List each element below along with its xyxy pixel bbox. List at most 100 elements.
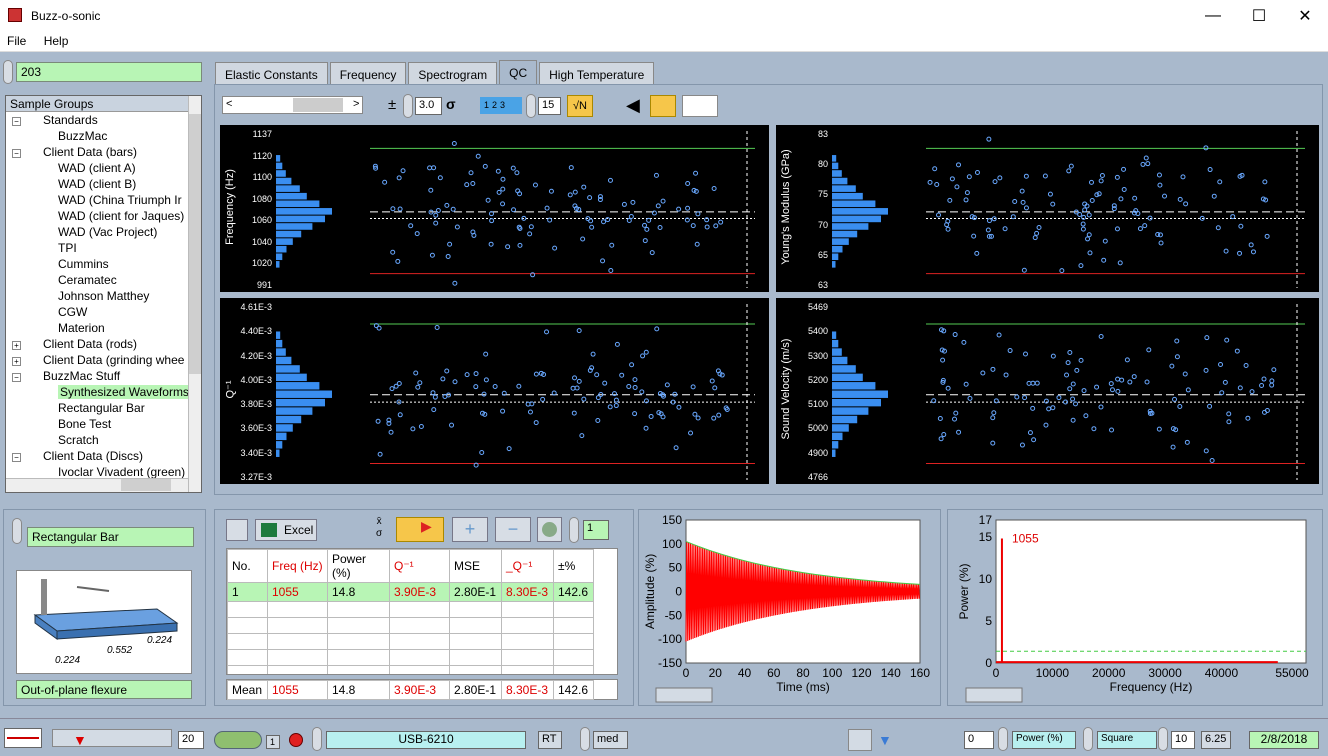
maximize-button[interactable]: ☐ xyxy=(1236,0,1282,32)
table-header[interactable]: ±% xyxy=(553,549,594,583)
table-spin-field[interactable]: 1 xyxy=(583,520,609,540)
table-header[interactable]: MSE xyxy=(449,549,502,583)
amp-zoom-tools-icon[interactable] xyxy=(655,687,713,703)
tree-expand-icon[interactable]: − xyxy=(12,117,21,126)
tree-expand-icon[interactable]: + xyxy=(12,341,21,350)
tree-item[interactable]: + Client Data (rods) xyxy=(6,336,201,352)
tree-item[interactable]: Ceramatec xyxy=(6,272,201,288)
tab-qc[interactable]: QC xyxy=(499,60,538,86)
tree-item[interactable]: − Standards xyxy=(6,112,201,128)
power-field[interactable]: Power (%) xyxy=(1012,731,1076,749)
count-field[interactable]: 15 xyxy=(538,97,561,115)
tree-item[interactable]: − BuzzMac Stuff xyxy=(6,368,201,384)
minimize-button[interactable]: — xyxy=(1190,0,1236,32)
tab-spectrogram[interactable]: Spectrogram xyxy=(408,62,498,86)
scroll-left-icon[interactable]: < xyxy=(226,98,232,110)
sigma-spinner[interactable] xyxy=(403,94,413,118)
table-header[interactable]: Freq (Hz) xyxy=(267,549,328,583)
tree-item[interactable]: − Client Data (Discs) xyxy=(6,448,201,464)
tree-item[interactable]: WAD (China Triumph Ir xyxy=(6,192,201,208)
tree-item[interactable]: WAD (client A) xyxy=(6,160,201,176)
tree-expand-icon[interactable]: − xyxy=(12,373,21,382)
table-header[interactable]: Q⁻¹ xyxy=(389,549,450,583)
status-val0[interactable]: 0 xyxy=(964,731,994,749)
crosshair-icon[interactable] xyxy=(650,95,676,117)
status-num1[interactable]: 20 xyxy=(178,731,204,749)
shape-field[interactable]: Rectangular Bar xyxy=(27,527,194,547)
qc-plot[interactable]: Q⁻¹ 4.61E-3 4.40E-3 4.20E-3 4.00E-3 3.80E-3 3.… xyxy=(220,298,769,484)
tab-elastic-constants[interactable]: Elastic Constants xyxy=(215,62,328,86)
histogram-icon[interactable] xyxy=(682,95,718,117)
tree-item[interactable]: WAD (client for Jaques) xyxy=(6,208,201,224)
gain-thumb-icon[interactable]: ▼ xyxy=(878,732,892,748)
tree-hscrollbar[interactable] xyxy=(6,478,188,492)
tree-item[interactable]: WAD (client B) xyxy=(6,176,201,192)
tree-hscroll-thumb[interactable] xyxy=(121,479,171,491)
qc-plot[interactable]: Frequency (Hz) 1137 1120 1100 1080 1060 1040 10… xyxy=(220,125,769,292)
tree-item[interactable]: CGW xyxy=(6,304,201,320)
wave-field[interactable]: Square xyxy=(1097,731,1157,749)
count-spinner[interactable] xyxy=(526,94,536,118)
measurement-table[interactable]: No. Freq (Hz) Power (%) Q⁻¹ MSE _Q⁻¹ ±% 1 1055 14… xyxy=(226,548,618,675)
tab-high-temperature[interactable]: High Temperature xyxy=(539,62,655,86)
qc-plot[interactable]: Sound Velocity (m/s) 5469 5400 5300 5200 5100… xyxy=(776,298,1319,484)
status-ten[interactable]: 10 xyxy=(1171,731,1195,749)
tab-frequency[interactable]: Frequency xyxy=(329,62,407,86)
table-row[interactable]: 1 1055 14.8 3.90E-3 2.80E-1 8.30E-3 142.6 xyxy=(227,582,594,602)
record-icon[interactable] xyxy=(289,733,303,747)
ten-spinner[interactable] xyxy=(1158,727,1168,751)
tree-scroll-thumb[interactable] xyxy=(189,114,201,374)
close-button[interactable]: ✕ xyxy=(1282,0,1328,32)
slider-thumb-icon[interactable]: ▼ xyxy=(73,732,87,748)
scroll-right-icon[interactable]: > xyxy=(353,98,359,110)
table-header[interactable]: No. xyxy=(227,549,268,583)
tree-item[interactable]: + Client Data (grinding whee xyxy=(6,352,201,368)
qc-scroll-thumb[interactable] xyxy=(293,98,343,112)
power-spinner[interactable] xyxy=(998,727,1008,751)
power-zoom-tools-icon[interactable] xyxy=(965,687,1023,703)
device-spinner[interactable] xyxy=(312,727,322,751)
tree-item[interactable]: Rectangular Bar xyxy=(6,400,201,416)
qc-plot[interactable]: Young's Modulus (GPa) 83 80 75 70 65 63 xyxy=(776,125,1319,292)
tree-scrollbar[interactable] xyxy=(188,96,201,492)
shape-spinner[interactable] xyxy=(12,518,22,544)
med-spinner[interactable] xyxy=(580,727,590,751)
sigma-value-field[interactable]: 3.0 xyxy=(415,97,442,115)
tree-item[interactable]: WAD (Vac Project) xyxy=(6,224,201,240)
sample-id-field[interactable]: 203 xyxy=(16,62,202,82)
line-style-icon[interactable] xyxy=(4,728,42,748)
go-button[interactable] xyxy=(214,731,262,749)
tree-item[interactable]: BuzzMac xyxy=(6,128,201,144)
mode-field[interactable]: Out-of-plane flexure xyxy=(16,680,192,699)
tree-expand-icon[interactable]: − xyxy=(12,149,21,158)
remove-button[interactable]: − xyxy=(495,517,531,542)
table-header[interactable]: _Q⁻¹ xyxy=(501,549,554,583)
confirm-button[interactable] xyxy=(537,517,562,542)
bins-icon[interactable]: 123 xyxy=(480,97,522,114)
menu-file[interactable]: File xyxy=(0,32,33,50)
sqrt-n-button[interactable]: √N xyxy=(567,95,593,117)
sample-tree[interactable]: Sample Groups − Standards BuzzMac − Client D… xyxy=(5,95,202,493)
med-field[interactable]: med xyxy=(593,731,628,749)
tree-item[interactable]: − Client Data (bars) xyxy=(6,144,201,160)
tree-item[interactable]: Scratch xyxy=(6,432,201,448)
device-field[interactable]: USB-6210 xyxy=(326,731,526,749)
speaker-icon[interactable]: ◀ xyxy=(626,95,640,116)
tree-item[interactable]: Materion xyxy=(6,320,201,336)
gain-slider[interactable]: ▼ xyxy=(878,732,956,748)
save-play-button[interactable]: ▶ xyxy=(396,517,444,542)
table-spinner[interactable] xyxy=(569,517,579,543)
tree-item[interactable]: Bone Test xyxy=(6,416,201,432)
tree-item[interactable]: Synthesized Waveforms xyxy=(6,384,201,400)
tree-item[interactable]: Johnson Matthey xyxy=(6,288,201,304)
table-header[interactable]: Power (%) xyxy=(327,549,390,583)
menu-help[interactable]: Help xyxy=(37,32,76,50)
add-button[interactable]: + xyxy=(452,517,488,542)
trigger-slider[interactable]: ▼ xyxy=(52,729,172,748)
tree-item[interactable]: TPI xyxy=(6,240,201,256)
tree-expand-icon[interactable]: + xyxy=(12,357,21,366)
qc-scrollbar[interactable]: < > xyxy=(222,96,363,114)
wave-spinner[interactable] xyxy=(1083,727,1093,751)
tree-item[interactable]: Cummins xyxy=(6,256,201,272)
tree-expand-icon[interactable]: − xyxy=(12,453,21,462)
